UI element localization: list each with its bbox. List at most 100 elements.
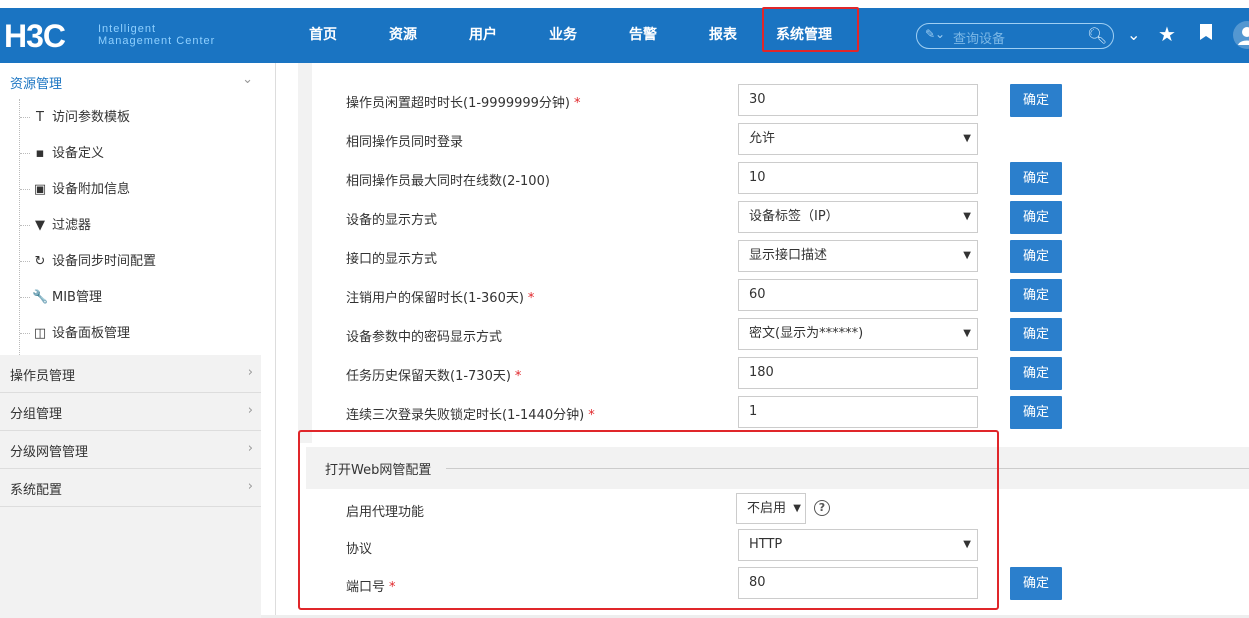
row-label: 任务历史保留天数(1-730天) * xyxy=(346,365,521,384)
required-mark: * xyxy=(527,291,535,306)
user-icon[interactable] xyxy=(1232,20,1249,55)
device-search-box[interactable]: ✎⌄ 查询设备 🔍︎ xyxy=(916,23,1114,49)
password-display-select[interactable]: 密文(显示为******) ▼ xyxy=(738,318,978,350)
sidebar-group-resource-management[interactable]: 资源管理 ⌄ xyxy=(0,63,261,99)
sidebar-item-label: 设备面板管理 xyxy=(52,326,131,341)
content-scroll-divider xyxy=(275,63,276,618)
sidebar-item-sync-time[interactable]: ↻ 设备同步时间配置 xyxy=(20,250,156,274)
logout-retention-input[interactable]: 60 xyxy=(738,279,978,311)
sidebar-group-group-mgmt[interactable]: 分组管理 › xyxy=(0,393,261,431)
row-label: 相同操作员同时登录 xyxy=(346,131,463,150)
required-mark: * xyxy=(574,96,581,111)
wrench-icon: 🔧 xyxy=(32,290,49,305)
chevron-right-icon: › xyxy=(247,403,253,418)
logout-retention-ok-button[interactable]: 确定 xyxy=(1010,279,1062,312)
row-label: 设备参数中的密码显示方式 xyxy=(346,326,502,345)
nav-alarm[interactable]: 告警 xyxy=(629,8,657,63)
nav-user[interactable]: 用户 xyxy=(469,8,497,63)
required-mark: * xyxy=(588,408,595,423)
dropdown-arrow-icon: ▼ xyxy=(963,328,971,339)
row-label-text: 相同操作员同时登录 xyxy=(346,135,464,150)
interface-display-select[interactable]: 显示接口描述 ▼ xyxy=(738,240,978,272)
sidebar-item-label: 访问参数模板 xyxy=(52,110,131,125)
search-icon[interactable]: 🔍︎ xyxy=(1087,26,1107,45)
chevron-down-icon: ⌄ xyxy=(242,72,253,87)
template-icon: T xyxy=(36,110,44,125)
select-value: 允许 xyxy=(749,131,776,146)
sidebar-group-label: 系统配置 xyxy=(10,483,63,498)
bookmark-icon[interactable] xyxy=(1198,22,1214,46)
sidebar-item-label: 过滤器 xyxy=(52,218,92,233)
sidebar-item-filter[interactable]: ▼ 过滤器 xyxy=(20,214,91,238)
task-history-input[interactable]: 180 xyxy=(738,357,978,389)
form-gutter xyxy=(298,63,312,443)
device-display-select[interactable]: 设备标签（IP） ▼ xyxy=(738,201,978,233)
max-online-ok-button[interactable]: 确定 xyxy=(1010,162,1062,195)
logo-subtitle-line2: Management Center xyxy=(98,35,216,47)
search-type-dropdown-icon[interactable]: ✎⌄ xyxy=(925,27,945,41)
row-label: 接口的显示方式 xyxy=(346,248,437,267)
same-operator-login-select[interactable]: 允许 ▼ xyxy=(738,123,978,155)
idle-timeout-ok-button[interactable]: 确定 xyxy=(1010,84,1062,117)
sidebar-item-label: 设备同步时间配置 xyxy=(52,254,157,269)
sidebar: 资源管理 ⌄ T 访问参数模板 ▪ 设备定义 ▣ 设备附加信息 ▼ 过滤器 ↻ 设备同步时… xyxy=(0,63,261,618)
row-label: 注销用户的保留时长(1-360天) * xyxy=(346,287,534,306)
sync-icon: ↻ xyxy=(34,254,46,269)
select-value: 设备标签（IP） xyxy=(749,209,839,224)
chevron-right-icon: › xyxy=(247,441,253,456)
filter-icon: ▼ xyxy=(35,218,45,233)
sidebar-group-hierarchical[interactable]: 分级网管管理 › xyxy=(0,431,261,469)
sidebar-group-label: 分组管理 xyxy=(10,407,63,422)
sidebar-group-system-config[interactable]: 系统配置 › xyxy=(0,469,261,507)
sidebar-item-device-info[interactable]: ▣ 设备附加信息 xyxy=(20,178,130,202)
top-navigation-bar: H3C Intelligent Management Center 首页 资源 … xyxy=(0,8,1249,63)
lockout-duration-ok-button[interactable]: 确定 xyxy=(1010,396,1062,429)
logo-subtitle-line1: Intelligent xyxy=(98,23,157,35)
device-info-icon: ▣ xyxy=(33,182,47,197)
row-label-text: 连续三次登录失败锁定时长(1-1440分钟) xyxy=(346,408,585,423)
sidebar-item-label: 设备定义 xyxy=(52,146,105,161)
star-icon[interactable]: ★ xyxy=(1158,22,1176,46)
double-chevron-down-icon[interactable]: ⌄ xyxy=(1127,25,1140,44)
logo-subtitle: Intelligent Management Center xyxy=(98,23,215,47)
row-label-text: 设备的显示方式 xyxy=(346,213,438,228)
nav-resource[interactable]: 资源 xyxy=(389,8,417,63)
row-label: 操作员闲置超时时长(1-9999999分钟) * xyxy=(346,92,581,111)
sidebar-item-device-define[interactable]: ▪ 设备定义 xyxy=(20,142,104,166)
interface-display-ok-button[interactable]: 确定 xyxy=(1010,240,1062,273)
row-label-text: 相同操作员最大同时在线数(2-100) xyxy=(346,174,550,189)
lockout-duration-input[interactable]: 1 xyxy=(738,396,978,428)
dropdown-arrow-icon: ▼ xyxy=(963,133,971,144)
select-value: 显示接口描述 xyxy=(749,248,828,263)
web-config-ok-button[interactable]: 确定 xyxy=(1010,567,1062,600)
dropdown-arrow-icon: ▼ xyxy=(963,250,971,261)
sidebar-group-label: 资源管理 xyxy=(10,77,63,92)
nav-report[interactable]: 报表 xyxy=(709,8,737,63)
sidebar-group-operator[interactable]: 操作员管理 › xyxy=(0,355,261,393)
row-label: 相同操作员最大同时在线数(2-100) xyxy=(346,170,550,189)
sidebar-item-panel[interactable]: ◫ 设备面板管理 xyxy=(20,322,130,346)
row-label: 连续三次登录失败锁定时长(1-1440分钟) * xyxy=(346,404,595,423)
sidebar-item-label: MIB管理 xyxy=(52,290,102,305)
sidebar-item-access-template[interactable]: T 访问参数模板 xyxy=(20,106,130,130)
row-label-text: 操作员闲置超时时长(1-9999999分钟) xyxy=(346,96,571,111)
panel-icon: ◫ xyxy=(33,326,47,341)
device-display-ok-button[interactable]: 确定 xyxy=(1010,201,1062,234)
highlight-box xyxy=(298,430,999,610)
h3c-logo[interactable]: H3C xyxy=(4,20,66,52)
nav-highlight-box xyxy=(762,7,859,52)
nav-home[interactable]: 首页 xyxy=(309,8,337,63)
search-input[interactable]: 查询设备 xyxy=(953,28,1005,47)
sidebar-group-label: 操作员管理 xyxy=(10,369,76,384)
row-label-text: 接口的显示方式 xyxy=(346,252,438,267)
chevron-right-icon: › xyxy=(247,365,253,380)
idle-timeout-input[interactable]: 30 xyxy=(738,84,978,116)
max-online-input[interactable]: 10 xyxy=(738,162,978,194)
password-display-ok-button[interactable]: 确定 xyxy=(1010,318,1062,351)
row-label: 设备的显示方式 xyxy=(346,209,437,228)
row-label-text: 设备参数中的密码显示方式 xyxy=(346,330,503,345)
task-history-ok-button[interactable]: 确定 xyxy=(1010,357,1062,390)
sidebar-submenu: T 访问参数模板 ▪ 设备定义 ▣ 设备附加信息 ▼ 过滤器 ↻ 设备同步时间配置 🔧 MI… xyxy=(0,99,261,355)
nav-service[interactable]: 业务 xyxy=(549,8,577,63)
sidebar-item-mib[interactable]: 🔧 MIB管理 xyxy=(20,286,102,310)
